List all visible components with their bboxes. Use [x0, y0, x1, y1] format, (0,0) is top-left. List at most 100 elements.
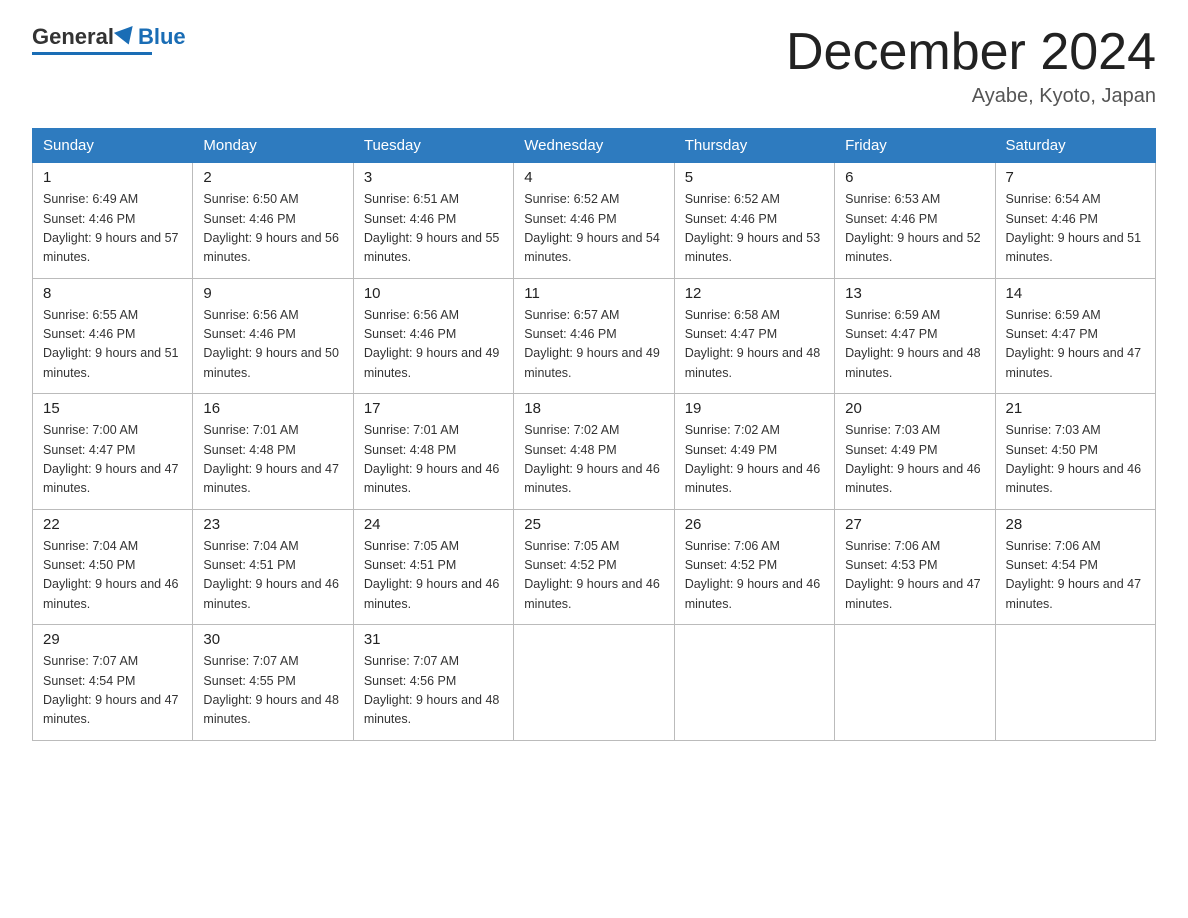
calendar-cell: 25 Sunrise: 7:05 AMSunset: 4:52 PMDaylig…	[514, 509, 674, 625]
calendar-cell: 1 Sunrise: 6:49 AMSunset: 4:46 PMDayligh…	[33, 163, 193, 279]
day-info: Sunrise: 7:03 AMSunset: 4:50 PMDaylight:…	[1006, 421, 1145, 499]
day-info: Sunrise: 6:51 AMSunset: 4:46 PMDaylight:…	[364, 190, 503, 268]
day-number: 1	[43, 169, 182, 186]
logo: General Blue	[32, 24, 186, 55]
day-number: 17	[364, 400, 503, 417]
day-info: Sunrise: 7:07 AMSunset: 4:55 PMDaylight:…	[203, 652, 342, 730]
day-number: 15	[43, 400, 182, 417]
calendar-week-1: 1 Sunrise: 6:49 AMSunset: 4:46 PMDayligh…	[33, 163, 1156, 279]
day-info: Sunrise: 6:52 AMSunset: 4:46 PMDaylight:…	[685, 190, 824, 268]
day-info: Sunrise: 6:59 AMSunset: 4:47 PMDaylight:…	[1006, 306, 1145, 384]
calendar-cell: 5 Sunrise: 6:52 AMSunset: 4:46 PMDayligh…	[674, 163, 834, 279]
day-number: 20	[845, 400, 984, 417]
day-number: 3	[364, 169, 503, 186]
day-number: 4	[524, 169, 663, 186]
day-info: Sunrise: 6:57 AMSunset: 4:46 PMDaylight:…	[524, 306, 663, 384]
calendar-cell: 29 Sunrise: 7:07 AMSunset: 4:54 PMDaylig…	[33, 625, 193, 741]
calendar-week-2: 8 Sunrise: 6:55 AMSunset: 4:46 PMDayligh…	[33, 278, 1156, 394]
day-info: Sunrise: 7:04 AMSunset: 4:50 PMDaylight:…	[43, 537, 182, 615]
calendar-cell: 20 Sunrise: 7:03 AMSunset: 4:49 PMDaylig…	[835, 394, 995, 510]
calendar-cell: 12 Sunrise: 6:58 AMSunset: 4:47 PMDaylig…	[674, 278, 834, 394]
calendar-cell: 23 Sunrise: 7:04 AMSunset: 4:51 PMDaylig…	[193, 509, 353, 625]
day-info: Sunrise: 6:50 AMSunset: 4:46 PMDaylight:…	[203, 190, 342, 268]
logo-text: General Blue	[32, 24, 186, 50]
day-number: 22	[43, 516, 182, 533]
calendar-cell: 27 Sunrise: 7:06 AMSunset: 4:53 PMDaylig…	[835, 509, 995, 625]
day-info: Sunrise: 7:06 AMSunset: 4:54 PMDaylight:…	[1006, 537, 1145, 615]
title-area: December 2024 Ayabe, Kyoto, Japan	[786, 24, 1156, 108]
calendar-week-4: 22 Sunrise: 7:04 AMSunset: 4:50 PMDaylig…	[33, 509, 1156, 625]
day-number: 6	[845, 169, 984, 186]
day-number: 9	[203, 285, 342, 302]
day-number: 28	[1006, 516, 1145, 533]
calendar-cell: 4 Sunrise: 6:52 AMSunset: 4:46 PMDayligh…	[514, 163, 674, 279]
calendar-cell: 30 Sunrise: 7:07 AMSunset: 4:55 PMDaylig…	[193, 625, 353, 741]
day-number: 14	[1006, 285, 1145, 302]
day-number: 5	[685, 169, 824, 186]
calendar-cell: 7 Sunrise: 6:54 AMSunset: 4:46 PMDayligh…	[995, 163, 1155, 279]
calendar-cell: 21 Sunrise: 7:03 AMSunset: 4:50 PMDaylig…	[995, 394, 1155, 510]
day-info: Sunrise: 7:00 AMSunset: 4:47 PMDaylight:…	[43, 421, 182, 499]
weekday-header-saturday: Saturday	[995, 129, 1155, 163]
logo-underline	[32, 52, 152, 55]
calendar-cell: 19 Sunrise: 7:02 AMSunset: 4:49 PMDaylig…	[674, 394, 834, 510]
calendar-cell: 16 Sunrise: 7:01 AMSunset: 4:48 PMDaylig…	[193, 394, 353, 510]
day-info: Sunrise: 7:06 AMSunset: 4:52 PMDaylight:…	[685, 537, 824, 615]
day-number: 7	[1006, 169, 1145, 186]
calendar-cell: 13 Sunrise: 6:59 AMSunset: 4:47 PMDaylig…	[835, 278, 995, 394]
day-number: 18	[524, 400, 663, 417]
calendar-cell: 3 Sunrise: 6:51 AMSunset: 4:46 PMDayligh…	[353, 163, 513, 279]
calendar-cell: 14 Sunrise: 6:59 AMSunset: 4:47 PMDaylig…	[995, 278, 1155, 394]
calendar-cell	[514, 625, 674, 741]
weekday-header-tuesday: Tuesday	[353, 129, 513, 163]
calendar-week-5: 29 Sunrise: 7:07 AMSunset: 4:54 PMDaylig…	[33, 625, 1156, 741]
weekday-header-monday: Monday	[193, 129, 353, 163]
calendar-cell: 6 Sunrise: 6:53 AMSunset: 4:46 PMDayligh…	[835, 163, 995, 279]
logo-triangle-icon	[114, 26, 138, 48]
logo-general: General	[32, 24, 114, 50]
day-info: Sunrise: 7:04 AMSunset: 4:51 PMDaylight:…	[203, 537, 342, 615]
day-number: 31	[364, 631, 503, 648]
day-info: Sunrise: 7:05 AMSunset: 4:52 PMDaylight:…	[524, 537, 663, 615]
day-info: Sunrise: 6:52 AMSunset: 4:46 PMDaylight:…	[524, 190, 663, 268]
calendar-cell: 2 Sunrise: 6:50 AMSunset: 4:46 PMDayligh…	[193, 163, 353, 279]
day-number: 11	[524, 285, 663, 302]
day-info: Sunrise: 7:07 AMSunset: 4:56 PMDaylight:…	[364, 652, 503, 730]
day-info: Sunrise: 6:59 AMSunset: 4:47 PMDaylight:…	[845, 306, 984, 384]
weekday-header-row: SundayMondayTuesdayWednesdayThursdayFrid…	[33, 129, 1156, 163]
day-info: Sunrise: 7:06 AMSunset: 4:53 PMDaylight:…	[845, 537, 984, 615]
day-number: 2	[203, 169, 342, 186]
day-number: 13	[845, 285, 984, 302]
weekday-header-thursday: Thursday	[674, 129, 834, 163]
day-info: Sunrise: 7:01 AMSunset: 4:48 PMDaylight:…	[364, 421, 503, 499]
day-info: Sunrise: 7:07 AMSunset: 4:54 PMDaylight:…	[43, 652, 182, 730]
calendar-cell: 9 Sunrise: 6:56 AMSunset: 4:46 PMDayligh…	[193, 278, 353, 394]
calendar-week-3: 15 Sunrise: 7:00 AMSunset: 4:47 PMDaylig…	[33, 394, 1156, 510]
calendar-cell	[835, 625, 995, 741]
day-number: 27	[845, 516, 984, 533]
day-info: Sunrise: 7:05 AMSunset: 4:51 PMDaylight:…	[364, 537, 503, 615]
day-number: 10	[364, 285, 503, 302]
page-header: General Blue December 2024 Ayabe, Kyoto, …	[32, 24, 1156, 108]
day-info: Sunrise: 6:54 AMSunset: 4:46 PMDaylight:…	[1006, 190, 1145, 268]
calendar-cell: 10 Sunrise: 6:56 AMSunset: 4:46 PMDaylig…	[353, 278, 513, 394]
calendar-cell: 28 Sunrise: 7:06 AMSunset: 4:54 PMDaylig…	[995, 509, 1155, 625]
day-info: Sunrise: 6:49 AMSunset: 4:46 PMDaylight:…	[43, 190, 182, 268]
calendar-cell: 31 Sunrise: 7:07 AMSunset: 4:56 PMDaylig…	[353, 625, 513, 741]
calendar-cell: 26 Sunrise: 7:06 AMSunset: 4:52 PMDaylig…	[674, 509, 834, 625]
day-number: 8	[43, 285, 182, 302]
calendar-cell	[674, 625, 834, 741]
day-number: 19	[685, 400, 824, 417]
month-title: December 2024	[786, 24, 1156, 81]
day-number: 25	[524, 516, 663, 533]
calendar-cell: 15 Sunrise: 7:00 AMSunset: 4:47 PMDaylig…	[33, 394, 193, 510]
day-number: 12	[685, 285, 824, 302]
calendar-cell: 24 Sunrise: 7:05 AMSunset: 4:51 PMDaylig…	[353, 509, 513, 625]
day-number: 29	[43, 631, 182, 648]
day-number: 21	[1006, 400, 1145, 417]
logo-blue: Blue	[138, 24, 186, 50]
calendar-cell: 8 Sunrise: 6:55 AMSunset: 4:46 PMDayligh…	[33, 278, 193, 394]
day-info: Sunrise: 6:55 AMSunset: 4:46 PMDaylight:…	[43, 306, 182, 384]
calendar-cell: 11 Sunrise: 6:57 AMSunset: 4:46 PMDaylig…	[514, 278, 674, 394]
day-info: Sunrise: 7:02 AMSunset: 4:48 PMDaylight:…	[524, 421, 663, 499]
